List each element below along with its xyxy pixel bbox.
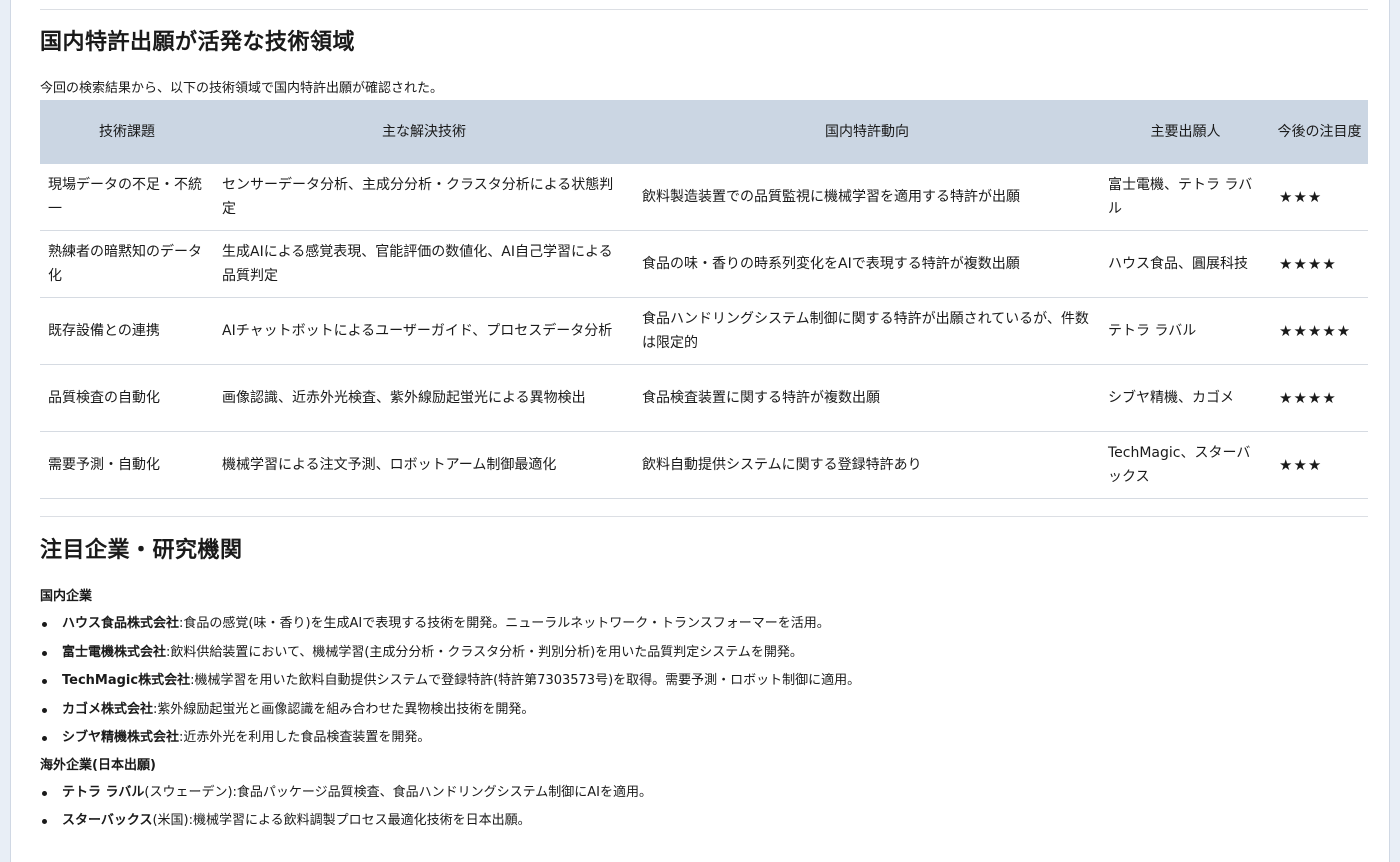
cell-issue: 熟練者の暗黙知のデータ化 bbox=[40, 230, 214, 298]
list-item: TechMagic株式会社:機械学習を用いた飲料自動提供システムで登録特許(特許… bbox=[42, 667, 1368, 696]
section-title-tech-areas: 国内特許出願が活発な技術領域 bbox=[40, 30, 356, 55]
cell-issue: 既存設備との連携 bbox=[40, 297, 214, 365]
cell-applicant: 富士電機、テトラ ラバル bbox=[1100, 164, 1271, 231]
cell-applicant: シブヤ精機、カゴメ bbox=[1100, 364, 1271, 432]
company-name: ハウス食品株式会社 bbox=[62, 616, 180, 631]
company-desc: :食品の感覚(味・香り)を生成AIで表現する技術を開発。ニューラルネットワーク・… bbox=[179, 616, 830, 631]
cell-solution: 画像認識、近赤外光検査、紫外線励起蛍光による異物検出 bbox=[214, 364, 634, 432]
list-item: ハウス食品株式会社:食品の感覚(味・香り)を生成AIで表現する技術を開発。ニュー… bbox=[42, 610, 1368, 639]
list-item: シブヤ精機株式会社:近赤外光を利用した食品検査装置を開発。 bbox=[42, 724, 1368, 753]
company-name: TechMagic株式会社 bbox=[62, 673, 191, 688]
document-panel: 国内特許出願が活発な技術領域 今回の検索結果から、以下の技術領域で国内特許出願が… bbox=[10, 0, 1390, 862]
header-attention: 今後の注目度 bbox=[1271, 100, 1368, 164]
company-name: シブヤ精機株式会社 bbox=[62, 730, 180, 745]
cell-attention-rating: ★★★★★ bbox=[1271, 297, 1368, 365]
company-desc: :近赤外光を利用した食品検査装置を開発。 bbox=[179, 730, 431, 745]
section-title-companies: 注目企業・研究機関 bbox=[40, 538, 243, 563]
cell-attention-rating: ★★★★ bbox=[1271, 364, 1368, 432]
table-row: 需要予測・自動化 機械学習による注文予測、ロボットアーム制御最適化 飲料自動提供… bbox=[40, 431, 1368, 499]
company-name: カゴメ株式会社 bbox=[62, 701, 154, 717]
header-applicant: 主要出願人 bbox=[1100, 100, 1271, 164]
patent-table: 技術課題 主な解決技術 国内特許動向 主要出願人 今後の注目度 現場データの不足… bbox=[40, 100, 1368, 499]
header-solution: 主な解決技術 bbox=[214, 100, 634, 164]
cell-trend: 食品ハンドリングシステム制御に関する特許が出願されているが、件数は限定的 bbox=[634, 297, 1100, 365]
cell-attention-rating: ★★★ bbox=[1271, 164, 1368, 231]
cell-applicant: テトラ ラバル bbox=[1100, 297, 1271, 365]
section-divider bbox=[40, 516, 1368, 517]
company-name: スターバックス bbox=[62, 813, 153, 828]
cell-applicant: TechMagic、スターバックス bbox=[1100, 431, 1271, 499]
overseas-heading: 海外企業(日本出願) bbox=[40, 757, 156, 773]
section-divider bbox=[40, 9, 1368, 10]
company-desc: :紫外線励起蛍光と画像認識を組み合わせた異物検出技術を開発。 bbox=[153, 701, 535, 717]
list-item: 富士電機株式会社:飲料供給装置において、機械学習(主成分分析・クラスタ分析・判別… bbox=[42, 639, 1368, 668]
cell-solution: センサーデータ分析、主成分分析・クラスタ分析による状態判定 bbox=[214, 164, 634, 231]
company-desc: :機械学習を用いた飲料自動提供システムで登録特許(特許第7303573号)を取得… bbox=[190, 673, 861, 688]
cell-trend: 飲料自動提供システムに関する登録特許あり bbox=[634, 431, 1100, 499]
cell-attention-rating: ★★★ bbox=[1271, 431, 1368, 499]
table-row: 既存設備との連携 AIチャットボットによるユーザーガイド、プロセスデータ分析 食… bbox=[40, 297, 1368, 365]
domestic-company-list: ハウス食品株式会社:食品の感覚(味・香り)を生成AIで表現する技術を開発。ニュー… bbox=[40, 610, 1368, 753]
company-name: 富士電機株式会社 bbox=[62, 644, 167, 660]
cell-applicant: ハウス食品、圓展科技 bbox=[1100, 230, 1271, 298]
table-row: 現場データの不足・不統一 センサーデータ分析、主成分分析・クラスタ分析による状態… bbox=[40, 164, 1368, 231]
cell-issue: 現場データの不足・不統一 bbox=[40, 164, 214, 231]
cell-solution: 機械学習による注文予測、ロボットアーム制御最適化 bbox=[214, 431, 634, 499]
cell-trend: 食品の味・香りの時系列変化をAIで表現する特許が複数出願 bbox=[634, 230, 1100, 298]
table-header-row: 技術課題 主な解決技術 国内特許動向 主要出願人 今後の注目度 bbox=[40, 100, 1368, 164]
cell-trend: 食品検査装置に関する特許が複数出願 bbox=[634, 364, 1100, 432]
list-item: スターバックス(米国):機械学習による飲料調製プロセス最適化技術を日本出願。 bbox=[42, 807, 1368, 836]
company-desc: :飲料供給装置において、機械学習(主成分分析・クラスタ分析・判別分析)を用いた品… bbox=[166, 644, 803, 660]
company-desc: (米国):機械学習による飲料調製プロセス最適化技術を日本出願。 bbox=[152, 813, 531, 828]
domestic-heading: 国内企業 bbox=[40, 589, 93, 604]
section-intro: 今回の検索結果から、以下の技術領域で国内特許出願が確認された。 bbox=[40, 81, 444, 96]
overseas-company-list: テトラ ラバル(スウェーデン):食品パッケージ品質検査、食品ハンドリングシステム… bbox=[40, 779, 1368, 836]
table-row: 品質検査の自動化 画像認識、近赤外光検査、紫外線励起蛍光による異物検出 食品検査… bbox=[40, 364, 1368, 432]
document-content: 国内特許出願が活発な技術領域 今回の検索結果から、以下の技術領域で国内特許出願が… bbox=[40, 0, 1368, 836]
cell-solution: AIチャットボットによるユーザーガイド、プロセスデータ分析 bbox=[214, 297, 634, 365]
cell-attention-rating: ★★★★ bbox=[1271, 230, 1368, 298]
cell-solution: 生成AIによる感覚表現、官能評価の数値化、AI自己学習による品質判定 bbox=[214, 230, 634, 298]
table-row: 熟練者の暗黙知のデータ化 生成AIによる感覚表現、官能評価の数値化、AI自己学習… bbox=[40, 230, 1368, 298]
list-item: テトラ ラバル(スウェーデン):食品パッケージ品質検査、食品ハンドリングシステム… bbox=[42, 779, 1368, 808]
header-issue: 技術課題 bbox=[40, 100, 214, 164]
cell-trend: 飲料製造装置での品質監視に機械学習を適用する特許が出願 bbox=[634, 164, 1100, 231]
list-item: カゴメ株式会社:紫外線励起蛍光と画像認識を組み合わせた異物検出技術を開発。 bbox=[42, 696, 1368, 725]
cell-issue: 品質検査の自動化 bbox=[40, 364, 214, 432]
company-desc: (スウェーデン):食品パッケージ品質検査、食品ハンドリングシステム制御にAIを適… bbox=[144, 784, 653, 800]
company-name: テトラ ラバル bbox=[62, 784, 145, 800]
cell-issue: 需要予測・自動化 bbox=[40, 431, 214, 499]
header-trend: 国内特許動向 bbox=[634, 100, 1100, 164]
